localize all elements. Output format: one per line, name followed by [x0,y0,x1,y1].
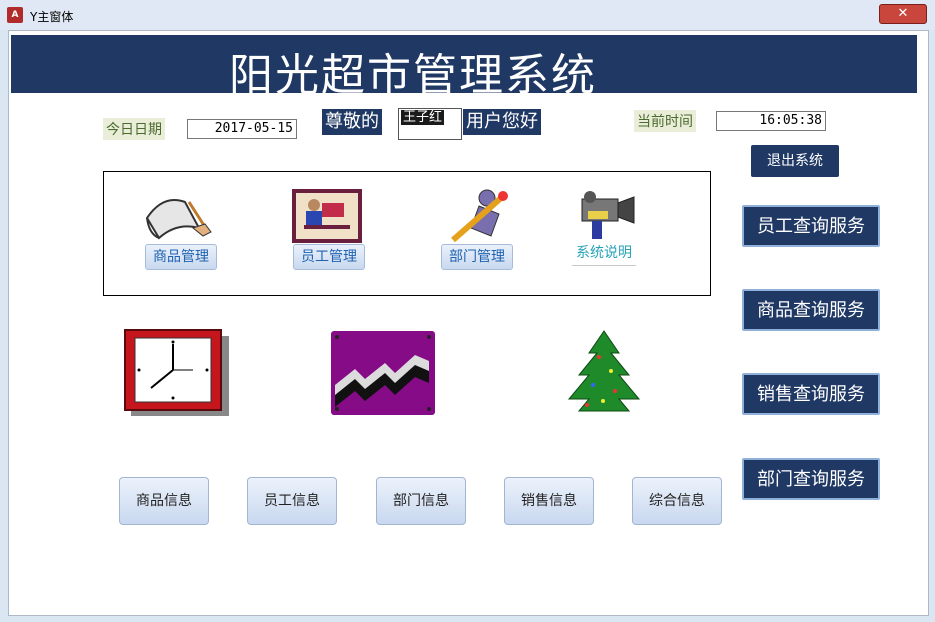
sales-info-button[interactable]: 销售信息 [504,477,594,525]
module-button-staff[interactable]: 员工管理 [293,244,365,270]
module-button-goods[interactable]: 商品管理 [145,244,217,270]
date-label: 今日日期 [103,118,165,140]
date-field[interactable]: 2017-05-15 [187,119,297,139]
greeting-suffix: 用户您好 [463,109,541,135]
christmas-tree-icon[interactable] [549,327,659,421]
camera-icon[interactable] [574,189,640,243]
goods-query-service-button[interactable]: 商品查询服务 [742,289,880,331]
module-button-about[interactable]: 系统说明 [572,241,636,266]
department-info-button[interactable]: 部门信息 [376,477,466,525]
close-button[interactable]: ✕ [879,4,927,24]
exit-button[interactable]: 退出系统 [751,145,839,177]
greeting-prefix: 尊敬的 [322,109,382,135]
window-title: Y主窗体 [30,10,74,24]
chart-trend-icon[interactable] [329,329,439,417]
department-query-service-button[interactable]: 部门查询服务 [742,458,880,500]
clock-icon[interactable] [123,328,233,418]
access-app-icon: A [7,7,23,23]
time-label: 当前时间 [634,110,696,132]
time-field[interactable]: 16:05:38 [716,111,826,131]
scroll-quill-icon[interactable] [141,188,215,242]
sales-query-service-button[interactable]: 销售查询服务 [742,373,880,415]
summary-info-button[interactable]: 综合信息 [632,477,722,525]
staff-info-button[interactable]: 员工信息 [247,477,337,525]
app-window: A Y主窗体 ✕ 阳光超市管理系统 今日日期 2017-05-15 尊敬的 王子… [0,0,935,622]
person-at-desk-icon[interactable] [292,189,362,243]
header-banner: 阳光超市管理系统 [11,35,917,101]
title-bar: A Y主窗体 ✕ [0,0,935,30]
pencil-person-icon[interactable] [447,188,511,244]
module-button-department[interactable]: 部门管理 [441,244,513,270]
user-field[interactable]: 王子红 [398,108,462,140]
staff-query-service-button[interactable]: 员工查询服务 [742,205,880,247]
user-name: 王子红 [401,110,445,125]
page-title: 阳光超市管理系统 [229,50,597,101]
main-form: 阳光超市管理系统 今日日期 2017-05-15 尊敬的 王子红 用户您好 当前… [8,30,929,616]
goods-info-button[interactable]: 商品信息 [119,477,209,525]
